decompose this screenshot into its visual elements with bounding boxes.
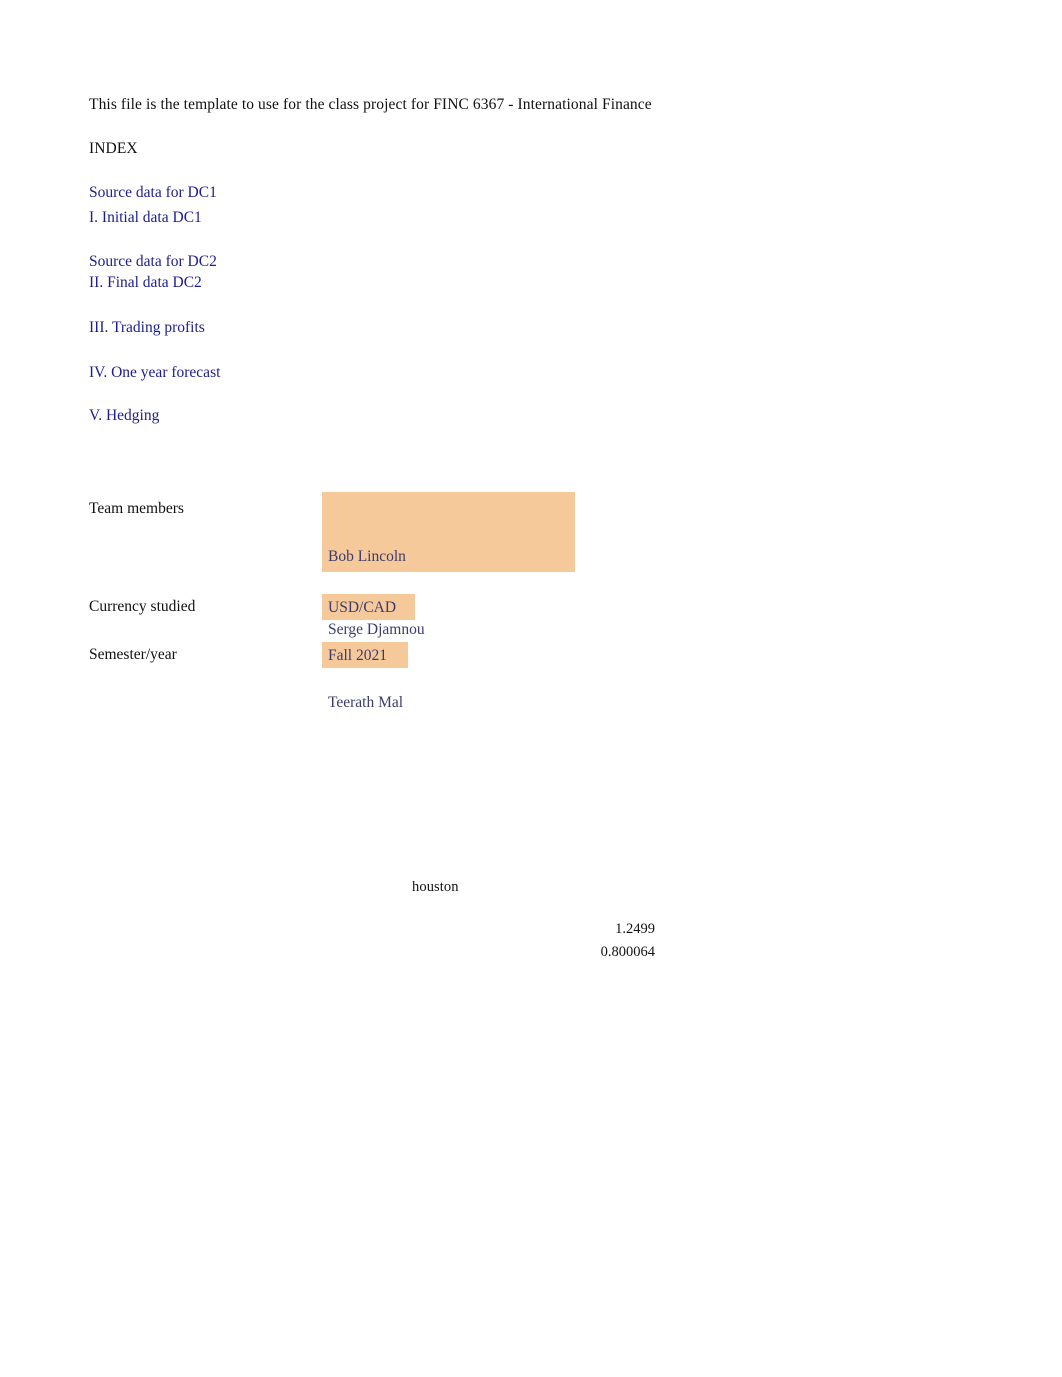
index-heading: INDEX [89,140,138,157]
currency-studied-value-cell[interactable]: USD/CAD [322,594,415,620]
spreadsheet-page: This file is the template to use for the… [0,0,1062,1377]
link-final-data-dc2[interactable]: II. Final data DC2 [89,272,202,294]
team-members-value-cell[interactable]: Bob Lincoln Serge Djamnou Teerath Mal [322,492,575,711]
link-hedging[interactable]: V. Hedging [89,405,159,427]
document-title: This file is the template to use for the… [89,96,652,113]
semester-year-value-cell[interactable]: Fall 2021 [322,642,408,668]
rate-value-2[interactable]: 0.800064 [601,944,655,961]
link-source-data-dc1[interactable]: Source data for DC1 [89,182,217,204]
rate-value-1[interactable]: 1.2499 [615,921,655,938]
team-member-1: Bob Lincoln [328,548,406,565]
link-source-data-dc2[interactable]: Source data for DC2 [89,251,217,273]
link-trading-profits[interactable]: III. Trading profits [89,317,205,339]
team-member-3: Teerath Mal [328,694,404,711]
city-cell[interactable]: houston [412,876,459,898]
currency-studied-label: Currency studied [89,598,196,615]
semester-year-label: Semester/year [89,646,177,663]
link-one-year-forecast[interactable]: IV. One year forecast [89,362,220,384]
team-member-2: Serge Djamnou [328,621,425,638]
team-members-label: Team members [89,500,184,517]
link-initial-data-dc1[interactable]: I. Initial data DC1 [89,207,202,229]
